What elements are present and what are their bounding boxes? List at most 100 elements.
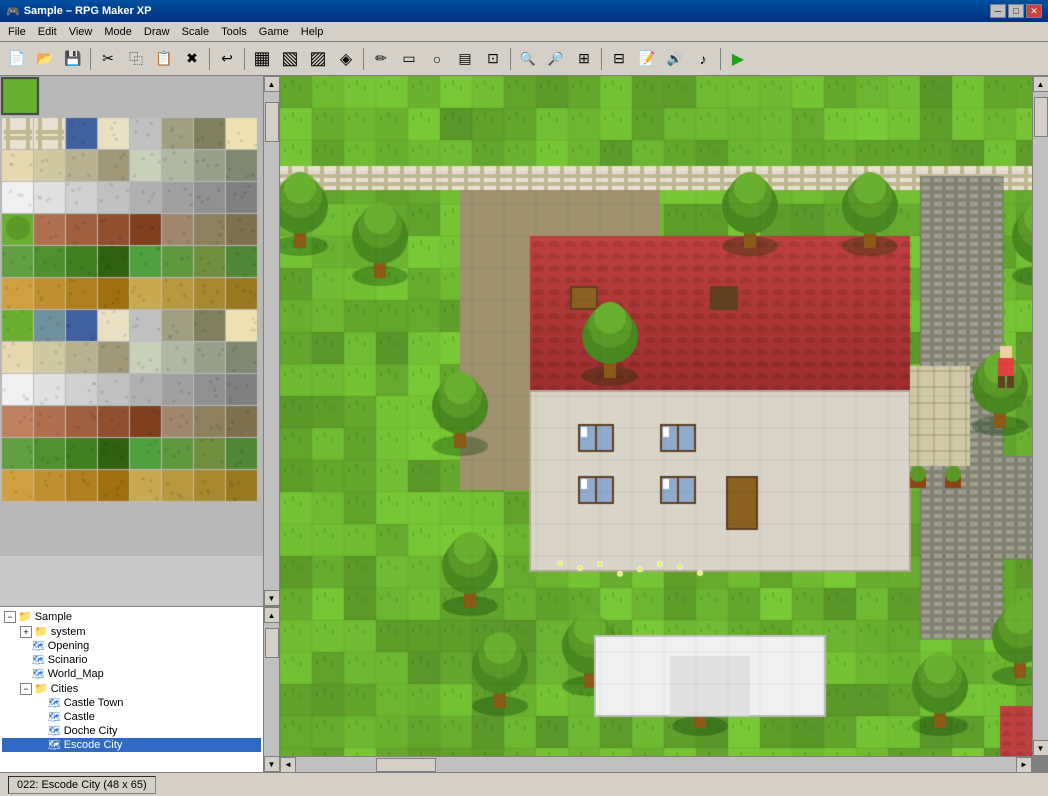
copy-button[interactable]: ⿻ bbox=[123, 46, 149, 72]
save-button[interactable]: 💾 bbox=[60, 46, 86, 72]
menu-help[interactable]: Help bbox=[295, 24, 330, 40]
app-icon: 🎮 bbox=[6, 5, 20, 18]
sep4 bbox=[363, 48, 364, 70]
map-area[interactable]: ▲ ▼ ◄ ► bbox=[280, 76, 1048, 772]
tree-item-castle-town[interactable]: 🗺 Castle Town bbox=[2, 696, 261, 710]
map-vscroll-track[interactable] bbox=[1033, 92, 1048, 740]
tree-label-system: system bbox=[51, 626, 86, 638]
map-vscroll-thumb[interactable] bbox=[1034, 97, 1048, 137]
rect-button[interactable]: ▭ bbox=[396, 46, 422, 72]
cut-button[interactable]: ✂ bbox=[95, 46, 121, 72]
paste-button[interactable]: 📋 bbox=[151, 46, 177, 72]
tree-item-opening[interactable]: 🗺 Opening bbox=[2, 639, 261, 653]
title-bar: 🎮 Sample – RPG Maker XP ─ □ ✕ bbox=[0, 0, 1048, 22]
folder-icon-cities: 📁 bbox=[34, 682, 48, 695]
map-vscroll-up[interactable]: ▲ bbox=[1033, 76, 1048, 92]
map-hscroll-track[interactable] bbox=[296, 757, 1016, 773]
select-button[interactable]: ⊡ bbox=[480, 46, 506, 72]
folder-icon-system: 📁 bbox=[34, 625, 48, 638]
menu-mode[interactable]: Mode bbox=[98, 24, 138, 40]
window-title: Sample – RPG Maker XP bbox=[24, 5, 152, 17]
sep1 bbox=[90, 48, 91, 70]
zoom-out-button[interactable]: 🔎 bbox=[543, 46, 569, 72]
menu-edit[interactable]: Edit bbox=[32, 24, 63, 40]
maximize-button[interactable]: □ bbox=[1008, 4, 1024, 18]
folder-icon-sample: 📁 bbox=[18, 610, 32, 623]
audio-button[interactable]: 🔊 bbox=[662, 46, 688, 72]
zoom-fit-button[interactable]: ⊞ bbox=[571, 46, 597, 72]
delete-button[interactable]: ✖ bbox=[179, 46, 205, 72]
layer3-button[interactable]: ▨ bbox=[305, 46, 331, 72]
tree-label-escode-city: Escode City bbox=[64, 739, 123, 751]
toolbar: 📄 📂 💾 ✂ ⿻ 📋 ✖ ↩ ▦ ▧ ▨ ◈ ✏ ▭ ○ ▤ ⊡ 🔍 🔎 ⊞ … bbox=[0, 42, 1048, 76]
tree-content: − 📁 Sample + 📁 system 🗺 Opening bbox=[0, 607, 279, 754]
events-button[interactable]: ◈ bbox=[333, 46, 359, 72]
play-button[interactable]: ▶ bbox=[725, 46, 751, 72]
tree-item-castle[interactable]: 🗺 Castle bbox=[2, 710, 261, 724]
status-bar: 022: Escode City (48 x 65) bbox=[0, 772, 1048, 796]
tree-scroll-thumb[interactable] bbox=[265, 628, 279, 658]
menu-file[interactable]: File bbox=[2, 24, 32, 40]
sep2 bbox=[209, 48, 210, 70]
music-button[interactable]: ♪ bbox=[690, 46, 716, 72]
tree-item-scinario[interactable]: 🗺 Scinario bbox=[2, 653, 261, 667]
open-button[interactable]: 📂 bbox=[32, 46, 58, 72]
tree-item-system[interactable]: + 📁 system bbox=[2, 624, 261, 639]
new-button[interactable]: 📄 bbox=[4, 46, 30, 72]
tree-label-doche-city: Doche City bbox=[64, 725, 118, 737]
tree-item-escode-city[interactable]: 🗺 Escode City bbox=[2, 738, 261, 752]
menu-scale[interactable]: Scale bbox=[176, 24, 216, 40]
map-hscroll-thumb[interactable] bbox=[376, 758, 436, 772]
menu-draw[interactable]: Draw bbox=[138, 24, 176, 40]
map-hscroll-right[interactable]: ► bbox=[1016, 757, 1032, 773]
fill-button[interactable]: ▤ bbox=[452, 46, 478, 72]
close-button[interactable]: ✕ bbox=[1026, 4, 1042, 18]
map-hscroll-left[interactable]: ◄ bbox=[280, 757, 296, 773]
minimize-button[interactable]: ─ bbox=[990, 4, 1006, 18]
expand-cities[interactable]: − bbox=[20, 683, 32, 695]
title-bar-controls: ─ □ ✕ bbox=[990, 4, 1042, 18]
tree-label-opening: Opening bbox=[48, 640, 90, 652]
palette-scroll-thumb[interactable] bbox=[265, 102, 279, 142]
tree-scroll-down[interactable]: ▼ bbox=[264, 756, 280, 772]
map-vscroll-down[interactable]: ▼ bbox=[1033, 740, 1048, 756]
tree-item-doche-city[interactable]: 🗺 Doche City bbox=[2, 724, 261, 738]
map-hscroll: ◄ ► bbox=[280, 756, 1032, 772]
tree-label-castle: Castle bbox=[64, 711, 95, 723]
map-icon-opening: 🗺 bbox=[32, 641, 45, 652]
menu-view[interactable]: View bbox=[63, 24, 99, 40]
expand-sample[interactable]: − bbox=[4, 611, 16, 623]
tree-item-sample[interactable]: − 📁 Sample bbox=[2, 609, 261, 624]
expand-system[interactable]: + bbox=[20, 626, 32, 638]
tree-item-cities[interactable]: − 📁 Cities bbox=[2, 681, 261, 696]
tile-palette[interactable]: ▲ ▼ bbox=[0, 76, 279, 607]
database-button[interactable]: ⊟ bbox=[606, 46, 632, 72]
tree-scroll-up[interactable]: ▲ bbox=[264, 607, 280, 623]
layer1-button[interactable]: ▦ bbox=[249, 46, 275, 72]
sep5 bbox=[510, 48, 511, 70]
menu-game[interactable]: Game bbox=[253, 24, 295, 40]
title-bar-left: 🎮 Sample – RPG Maker XP bbox=[6, 5, 151, 18]
ellipse-button[interactable]: ○ bbox=[424, 46, 450, 72]
palette-scroll-up[interactable]: ▲ bbox=[264, 76, 280, 92]
map-canvas bbox=[280, 76, 1032, 756]
main-layout: ▲ ▼ ▲ ▼ − 📁 Sample bbox=[0, 76, 1048, 772]
palette-scroll-down[interactable]: ▼ bbox=[264, 590, 280, 606]
zoom-in-button[interactable]: 🔍 bbox=[515, 46, 541, 72]
sep7 bbox=[720, 48, 721, 70]
tree-scroll-track[interactable] bbox=[264, 623, 280, 756]
script-button[interactable]: 📝 bbox=[634, 46, 660, 72]
menu-tools[interactable]: Tools bbox=[215, 24, 253, 40]
map-tree-scrollbar: ▲ ▼ bbox=[263, 607, 279, 772]
palette-scroll-track[interactable] bbox=[264, 92, 280, 590]
map-tree: ▲ ▼ − 📁 Sample + 📁 system bbox=[0, 607, 279, 772]
undo-button[interactable]: ↩ bbox=[214, 46, 240, 72]
pencil-button[interactable]: ✏ bbox=[368, 46, 394, 72]
map-icon-world-map: 🗺 bbox=[32, 669, 45, 680]
tree-label-world-map: World_Map bbox=[48, 668, 104, 680]
map-icon-doche-city: 🗺 bbox=[48, 726, 61, 737]
menu-bar: File Edit View Mode Draw Scale Tools Gam… bbox=[0, 22, 1048, 42]
tree-item-world-map[interactable]: 🗺 World_Map bbox=[2, 667, 261, 681]
layer2-button[interactable]: ▧ bbox=[277, 46, 303, 72]
map-icon-castle-town: 🗺 bbox=[48, 698, 61, 709]
